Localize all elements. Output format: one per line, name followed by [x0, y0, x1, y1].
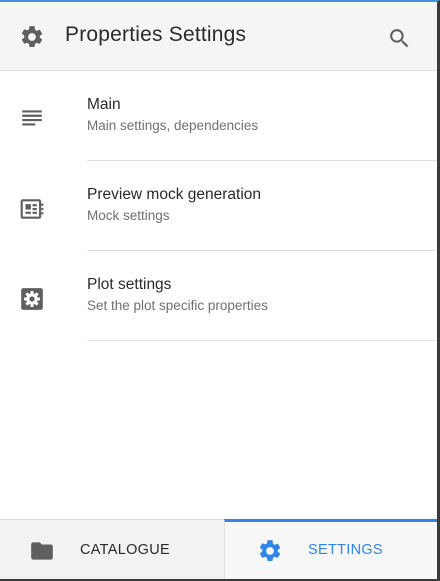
settings-list: Main Main settings, dependencies Preview… — [0, 71, 437, 341]
app-header: Properties Settings — [0, 2, 437, 71]
tab-catalogue[interactable]: CATALOGUE — [0, 519, 224, 579]
item-label: Plot settings — [87, 276, 172, 293]
preview-icon — [20, 199, 44, 219]
list-item-preview-mock[interactable]: Preview mock generation Mock settings — [0, 161, 437, 251]
gear-icon — [259, 540, 281, 561]
gear-icon — [21, 26, 43, 47]
tab-settings[interactable]: SETTINGS — [224, 519, 437, 579]
divider — [87, 340, 437, 341]
item-subtitle: Mock settings — [87, 208, 170, 223]
folder-icon — [31, 542, 53, 560]
item-subtitle: Set the plot specific properties — [87, 298, 268, 313]
list-item-main[interactable]: Main Main settings, dependencies — [0, 71, 437, 161]
tab-label: SETTINGS — [308, 542, 383, 558]
item-label: Main — [87, 96, 121, 113]
item-label: Preview mock generation — [87, 186, 262, 203]
page-title: Properties Settings — [65, 23, 247, 46]
list-item-plot-settings[interactable]: Plot settings Set the plot specific prop… — [0, 251, 437, 341]
settings-box-icon — [21, 288, 43, 310]
tab-label: CATALOGUE — [80, 542, 170, 558]
lines-icon — [22, 110, 42, 126]
item-subtitle: Main settings, dependencies — [87, 118, 259, 133]
bottom-tab-bar: CATALOGUE SETTINGS — [0, 519, 437, 579]
search-icon[interactable] — [387, 26, 412, 51]
